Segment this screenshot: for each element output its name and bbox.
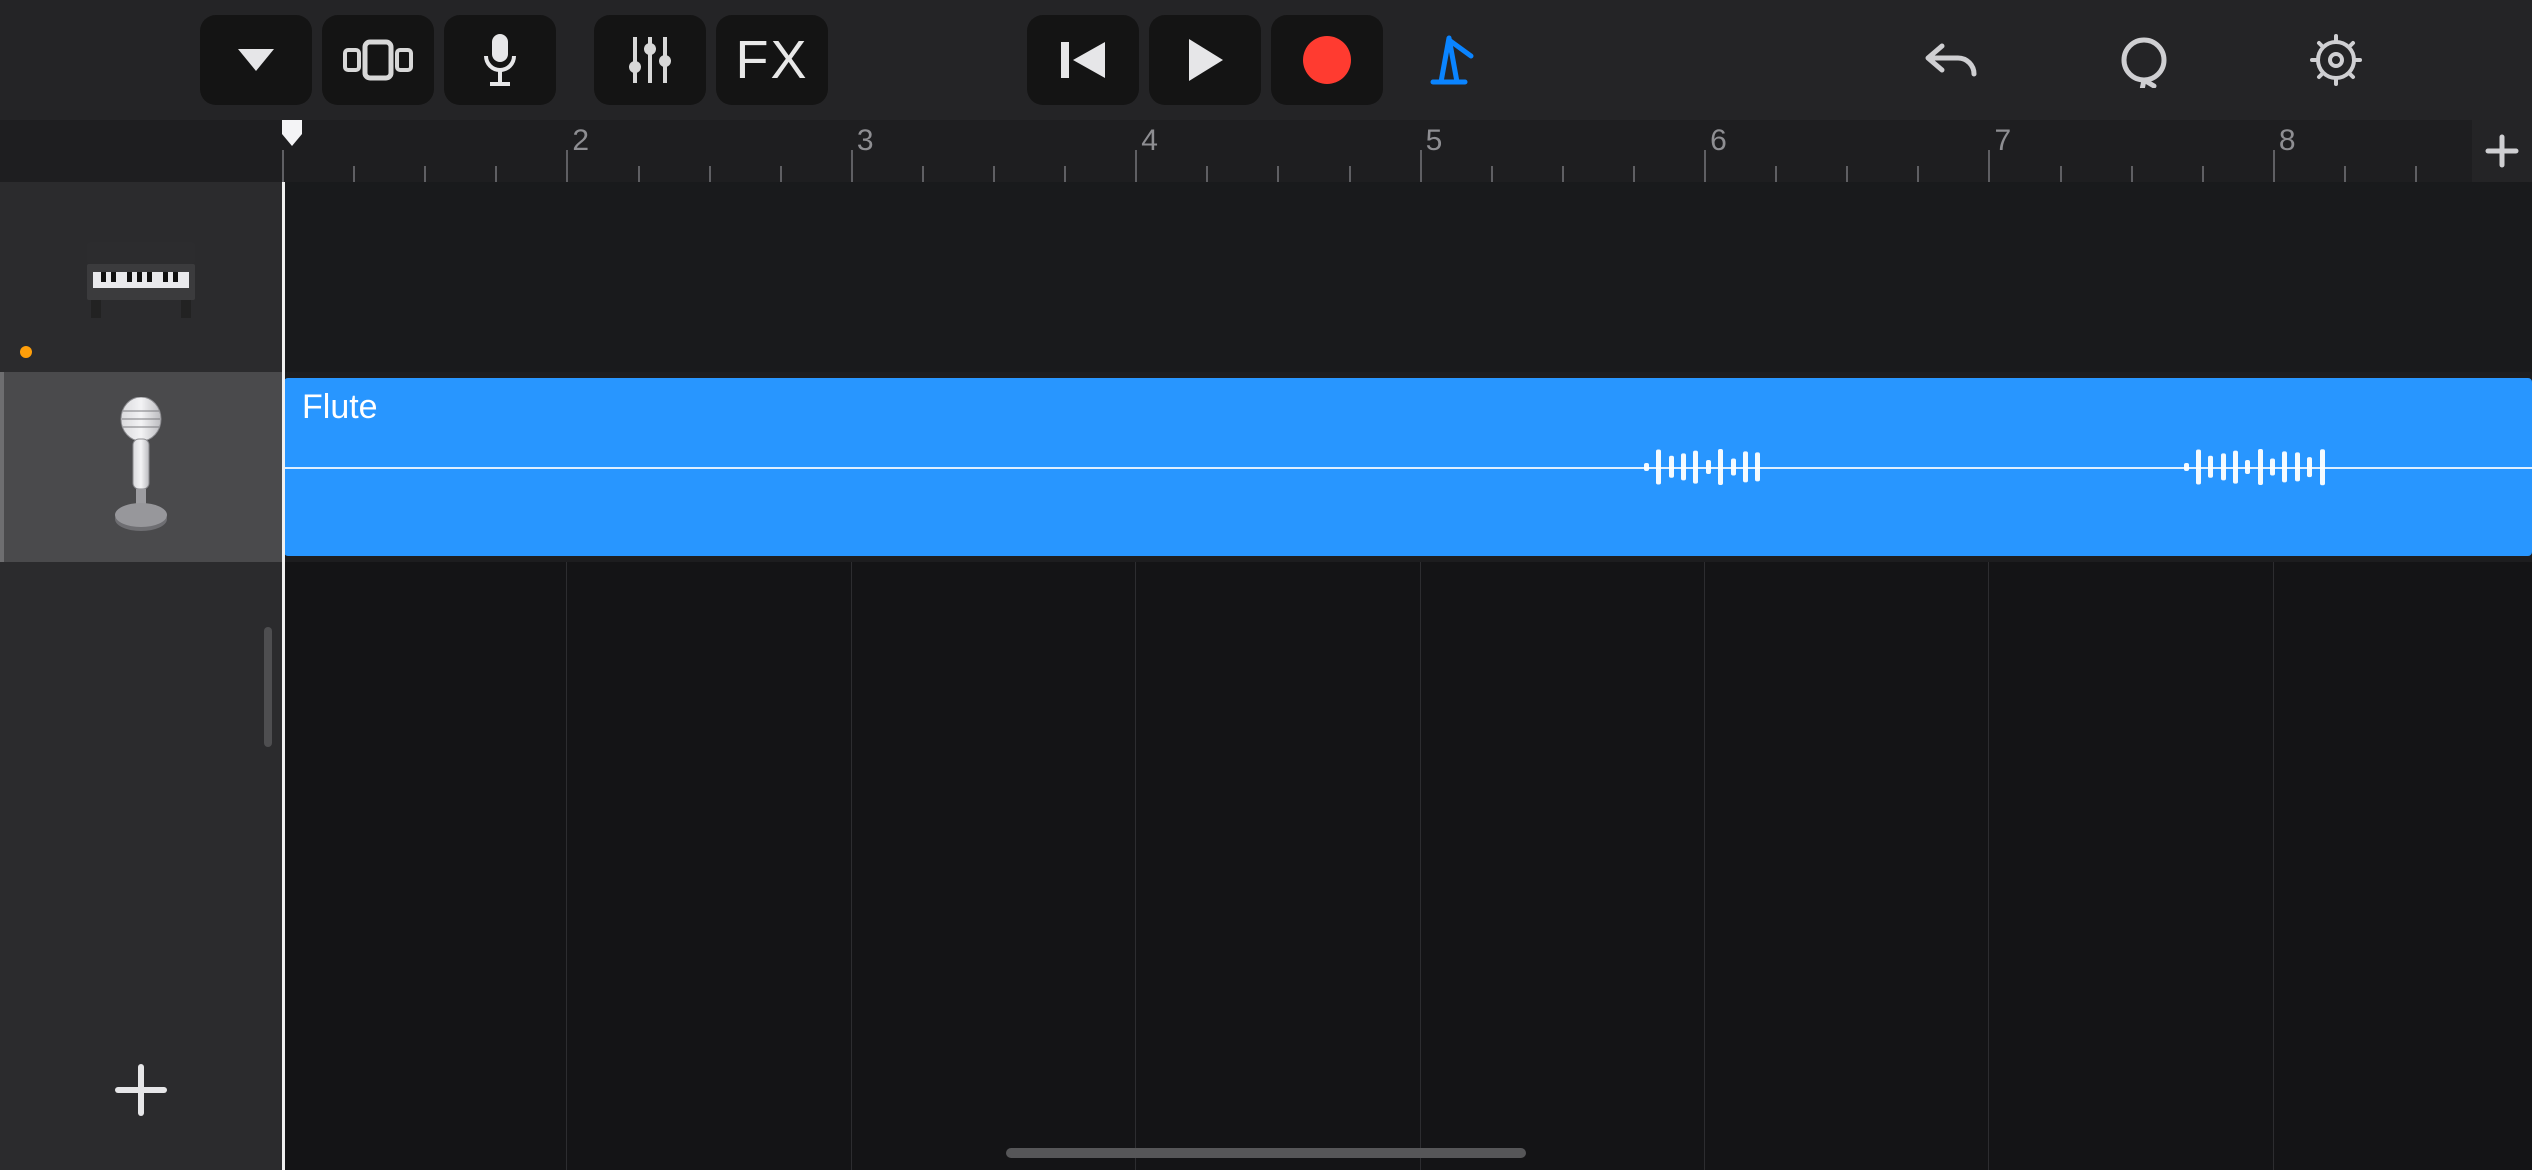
- ruler-bar-number: 6: [1710, 124, 1727, 158]
- add-section-button[interactable]: [2472, 120, 2532, 182]
- ruler-bar-number: 4: [1141, 124, 1158, 158]
- loop-browser-button[interactable]: [2088, 15, 2200, 105]
- track-lanes[interactable]: Flute: [282, 182, 2532, 1170]
- ruler-bar-number: 7: [1994, 124, 2011, 158]
- automation-dot-icon: [20, 346, 32, 358]
- tracks-area: Flute: [0, 182, 2532, 1170]
- track-controls-sliders-button[interactable]: [594, 15, 706, 105]
- region-label: Flute: [302, 388, 378, 427]
- toolbar-right-group: [1896, 15, 2392, 105]
- audio-region-flute[interactable]: Flute: [284, 378, 2532, 556]
- play-button[interactable]: [1149, 15, 1261, 105]
- timeline-ruler[interactable]: 2 3 4 5 6 7 8: [282, 120, 2472, 182]
- ruler-bar-number: 8: [2279, 124, 2296, 158]
- waveform-centerline: [284, 467, 2532, 469]
- go-to-beginning-button[interactable]: [1027, 15, 1139, 105]
- tracks-menu-button[interactable]: [200, 15, 312, 105]
- ruler-row: 2 3 4 5 6 7 8: [0, 120, 2532, 182]
- toolbar-left-group: FX: [200, 15, 828, 105]
- ruler-bar-number: 3: [857, 124, 874, 158]
- microphone-icon: [106, 397, 176, 537]
- top-toolbar: FX: [0, 0, 2532, 120]
- undo-button[interactable]: [1896, 15, 2008, 105]
- record-button[interactable]: [1271, 15, 1383, 105]
- ruler-bar-number: 2: [572, 124, 589, 158]
- track-headers-column: [0, 182, 282, 1170]
- fx-button[interactable]: FX: [716, 15, 828, 105]
- playhead-marker-icon[interactable]: [280, 118, 304, 148]
- add-track-button[interactable]: [0, 1010, 282, 1170]
- fx-label: FX: [735, 29, 808, 91]
- track-header-piano[interactable]: [0, 182, 282, 372]
- metronome-button[interactable]: [1393, 15, 1505, 105]
- piano-icon: [81, 232, 201, 322]
- playhead-line[interactable]: [282, 182, 285, 1170]
- ruler-bar-number: 5: [1426, 124, 1443, 158]
- vertical-scrollbar[interactable]: [264, 627, 272, 747]
- garageband-app: FX: [0, 0, 2532, 1170]
- track-header-microphone[interactable]: [0, 372, 282, 562]
- settings-button[interactable]: [2280, 15, 2392, 105]
- transport-group: [1027, 15, 1505, 105]
- track-lane-piano[interactable]: [282, 182, 2532, 372]
- microphone-input-button[interactable]: [444, 15, 556, 105]
- home-indicator: [1006, 1148, 1526, 1158]
- track-lane-microphone[interactable]: Flute: [282, 372, 2532, 562]
- browser-view-button[interactable]: [322, 15, 434, 105]
- ruler-spacer: [0, 120, 282, 182]
